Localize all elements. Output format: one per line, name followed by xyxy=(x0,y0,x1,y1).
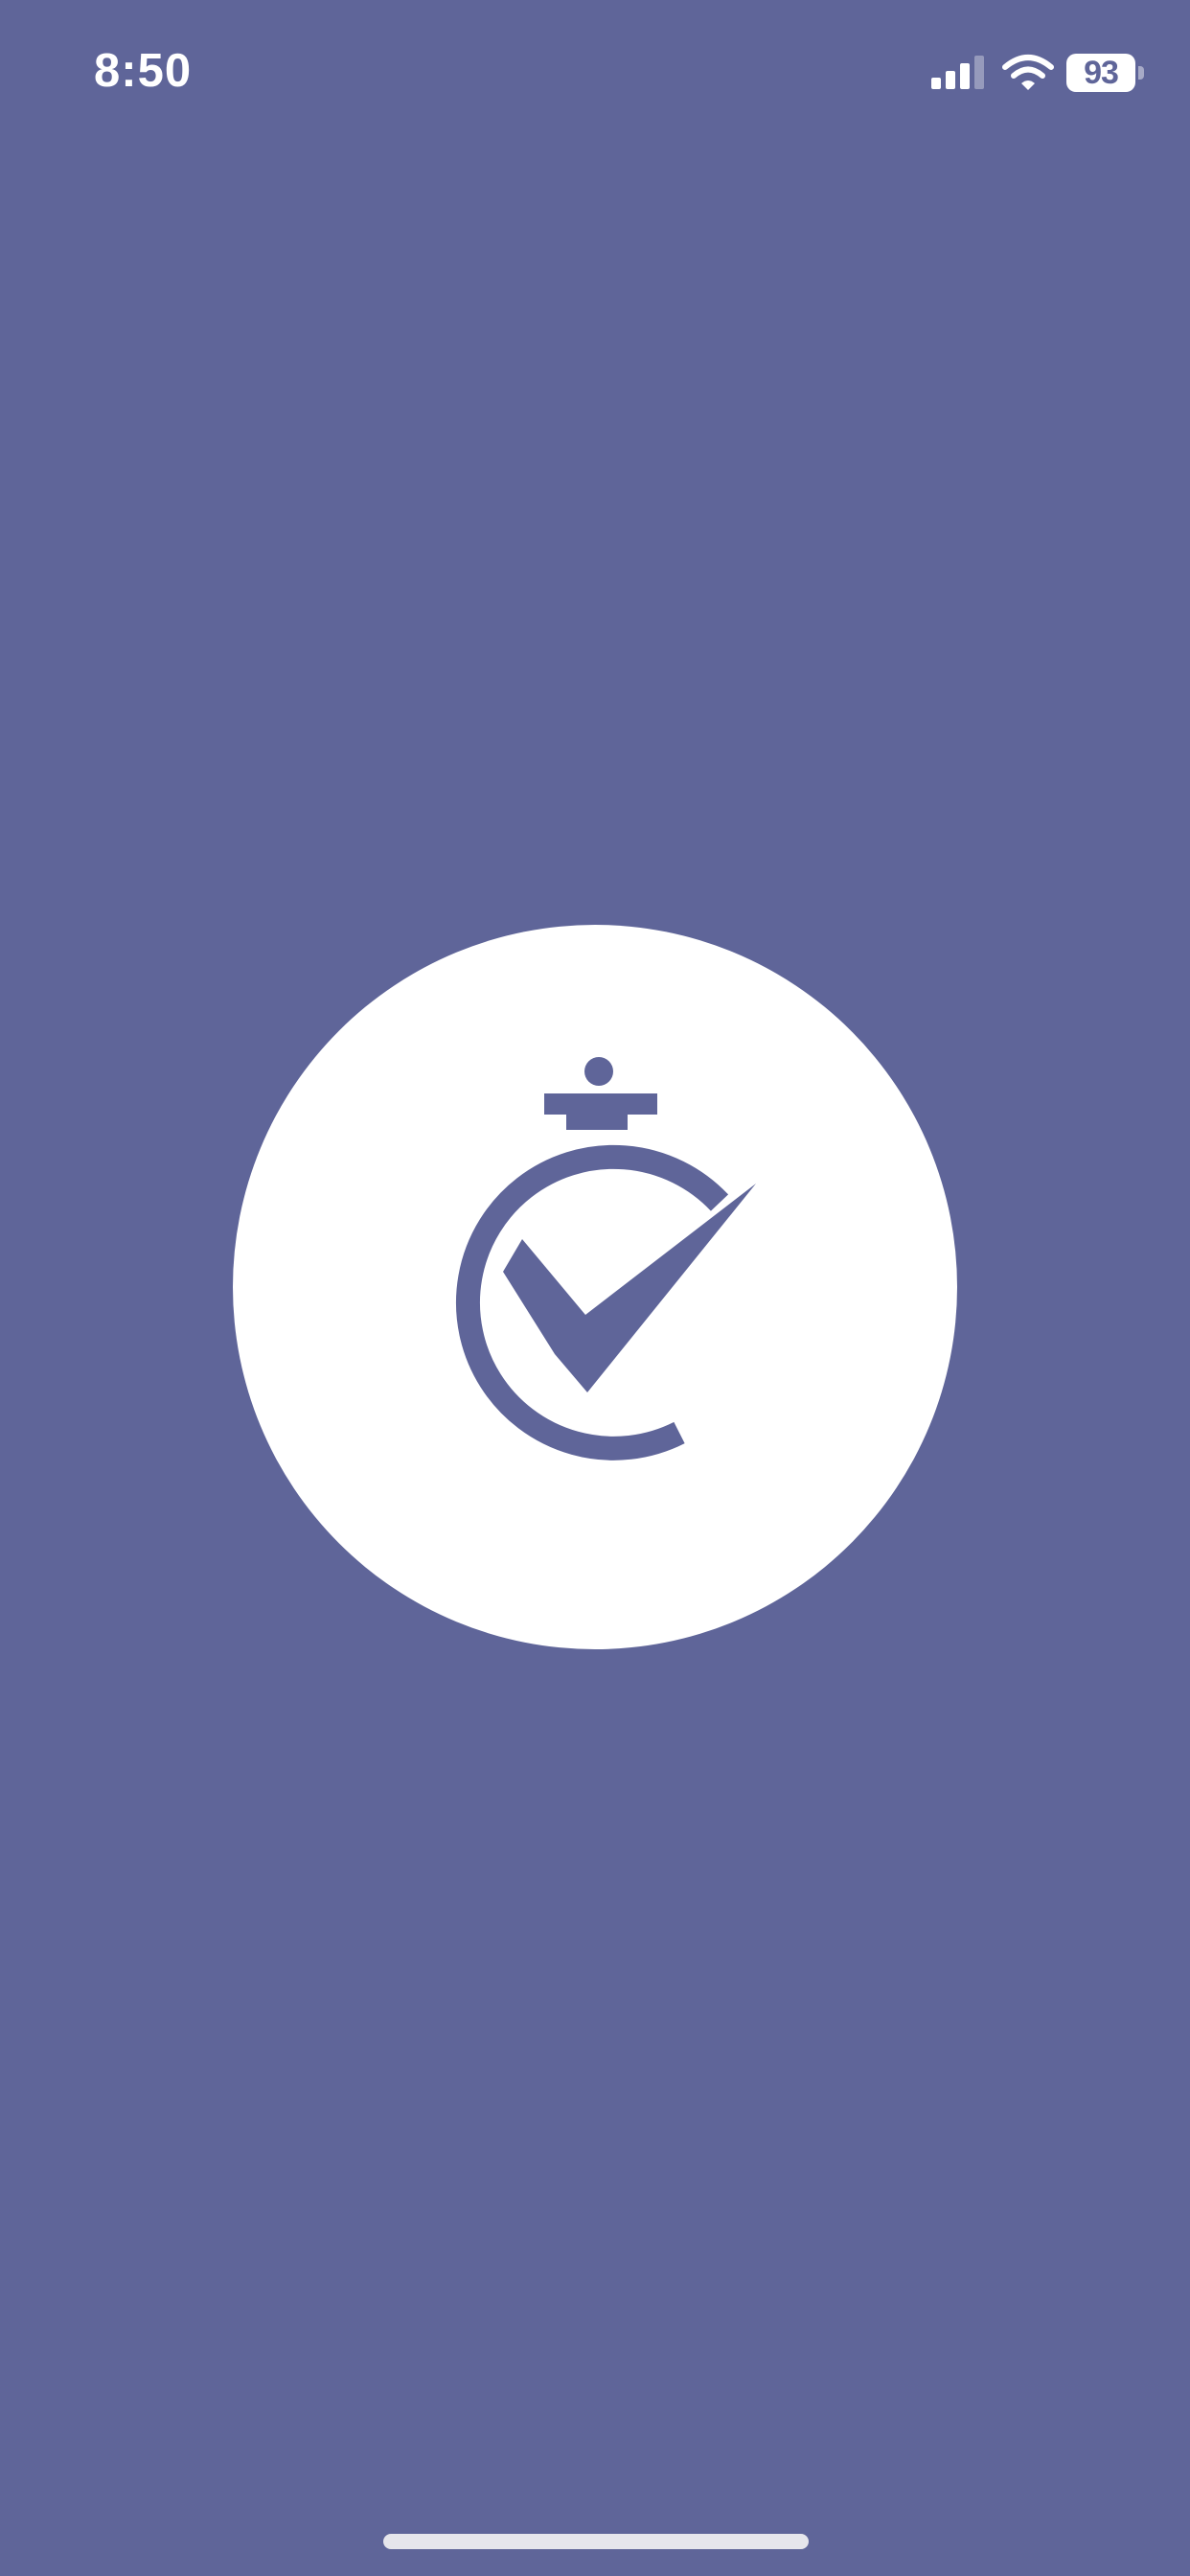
battery-cap xyxy=(1138,66,1144,80)
status-bar: 8:50 93 xyxy=(0,0,1190,144)
battery-icon: 93 xyxy=(1066,54,1145,92)
app-logo xyxy=(233,925,957,1649)
battery-level: 93 xyxy=(1084,55,1119,91)
signal-icon xyxy=(931,56,984,89)
home-indicator[interactable] xyxy=(383,2534,809,2549)
wifi-icon xyxy=(1002,55,1054,90)
splash-screen: 8:50 93 xyxy=(0,0,1190,2576)
status-time: 8:50 xyxy=(94,45,193,97)
stopwatch-check-icon xyxy=(456,1057,756,1460)
